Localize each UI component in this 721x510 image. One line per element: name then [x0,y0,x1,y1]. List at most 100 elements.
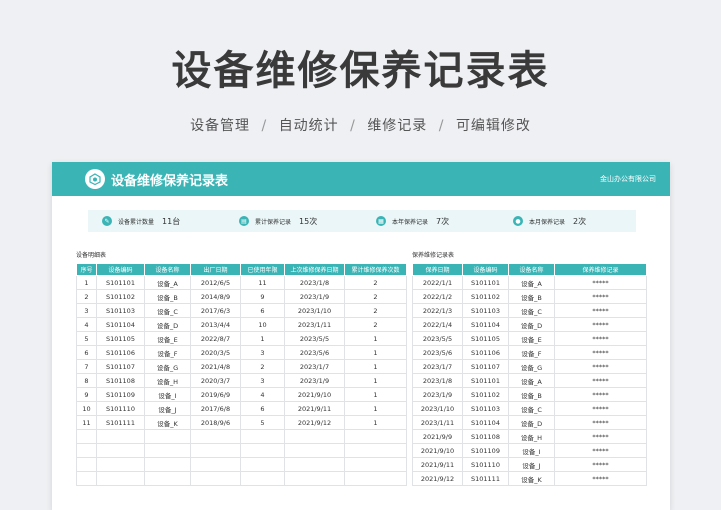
table-cell: 2023/1/11 [284,317,345,332]
table-cell [190,443,241,458]
tag-label: 维修记录 [367,118,428,134]
stat-label: 累计保养记录 [255,218,292,226]
table-cell: S101101 [462,275,509,290]
right-table-label: 保养维修记录表 [412,252,455,259]
table-cell: S101109 [96,387,145,402]
table-cell [240,457,285,472]
table-row: 2023/1/10 S101103 设备_C ***** [412,401,647,416]
table-cell [240,443,285,458]
table-row: 2023/5/5 S101105 设备_E ***** [412,331,647,346]
column-header: 保养维修记录 [554,263,647,276]
table-cell: 2 [76,289,97,304]
table-cell [96,471,145,486]
column-header: 设备名称 [508,263,555,276]
maintenance-table: 保养日期 设备编码 设备名称 保养维修记录 2022/1/1 S101101 设备_A **… [412,263,647,486]
column-header: 设备编码 [96,263,145,276]
table-cell: 设备_J [144,401,191,416]
table-cell: 2023/5/6 [412,345,463,360]
table-cell: 设备_G [144,359,191,374]
table-row: 2023/1/9 S101102 设备_B ***** [412,387,647,402]
table-cell [344,457,407,472]
table-cell: 3 [76,303,97,318]
table-cell: ***** [554,415,647,430]
clipboard-icon: ▤ [239,216,249,226]
table-cell: 2018/9/6 [190,415,241,430]
table-cell: 5 [240,415,285,430]
table-cell: S101101 [462,373,509,388]
column-header: 保养日期 [412,263,463,276]
table-cell: 2023/1/7 [412,359,463,374]
table-cell [240,471,285,486]
table-cell: ***** [554,303,647,318]
table-cell: 2021/4/8 [190,359,241,374]
table-row: 7 S101107 设备_G 2021/4/8 2 2023/1/7 1 [76,359,407,374]
table-cell: 2019/6/9 [190,387,241,402]
table-cell: ***** [554,275,647,290]
table-row: 2022/1/3 S101103 设备_C ***** [412,303,647,318]
table-row: 2023/1/8 S101101 设备_A ***** [412,373,647,388]
table-cell: ***** [554,317,647,332]
table-cell: 2 [344,303,407,318]
table-row: 5 S101105 设备_E 2022/8/7 1 2023/5/5 1 [76,331,407,346]
tag-separator: / [261,118,268,134]
stat-value: 7次 [436,216,450,226]
tag-label: 可编辑修改 [455,118,531,134]
table-cell: 2021/9/12 [412,471,463,486]
table-row: 6 S101106 设备_F 2020/3/5 3 2023/5/6 1 [76,345,407,360]
table-cell: S101110 [462,457,509,472]
table-cell: S101104 [462,317,509,332]
table-cell: 2013/4/4 [190,317,241,332]
table-row: 4 S101104 设备_D 2013/4/4 10 2023/1/11 2 [76,317,407,332]
table-row: 3 S101103 设备_C 2017/6/3 6 2023/1/10 2 [76,303,407,318]
table-cell: 设备_A [144,275,191,290]
sheet-banner: 设备维修保养记录表 金山办公有限公司 [52,162,670,196]
table-cell: 5 [76,331,97,346]
table-cell: 1 [344,401,407,416]
table-cell [344,471,407,486]
table-cell: 2023/5/5 [284,331,345,346]
tag-label: 设备管理 [190,118,251,134]
stat-value: 2次 [573,216,587,226]
table-cell [144,471,191,486]
table-row: 2021/9/10 S101109 设备_I ***** [412,443,647,458]
table-cell: 2023/1/8 [284,275,345,290]
table-cell: 3 [240,373,285,388]
table-cell: 1 [344,415,407,430]
table-cell: 2021/9/10 [412,443,463,458]
table-cell: S101103 [96,303,145,318]
column-header: 设备名称 [144,263,191,276]
table-cell: 设备_D [144,317,191,332]
table-cell: S101105 [96,331,145,346]
table-cell: 2021/9/12 [284,415,345,430]
stats-bar: ✎ 设备累计数量 11台 ▤ 累计保养记录 15次 ▦ 本年保养记录 7次 ● … [88,210,636,232]
table-cell: ***** [554,387,647,402]
stat-value: 15次 [299,216,318,226]
table-cell: 设备_C [508,303,555,318]
stat-item: ● 本月保养记录 2次 [513,216,636,227]
table-row [76,429,407,444]
table-cell: S101101 [96,275,145,290]
table-cell: 设备_K [508,471,555,486]
tag-separator: / [350,118,356,134]
table-row: 9 S101109 设备_I 2019/6/9 4 2021/9/10 1 [76,387,407,402]
table-cell [96,457,145,472]
stat-label: 设备累计数量 [118,218,155,226]
table-cell: 设备_K [144,415,191,430]
table-cell: 设备_F [144,345,191,360]
table-cell: 设备_C [508,401,555,416]
table-cell: 1 [240,331,285,346]
table-cell: 2022/1/4 [412,317,463,332]
table-cell: 2023/1/11 [412,415,463,430]
table-cell: 2023/1/9 [412,387,463,402]
table-cell: S101104 [96,317,145,332]
table-cell: S101102 [462,387,509,402]
table-cell: S101108 [96,373,145,388]
table-cell: 2023/1/10 [412,401,463,416]
table-cell: 设备_J [508,457,555,472]
table-cell: 2022/1/3 [412,303,463,318]
left-table-label: 设备明细表 [76,252,107,259]
table-cell: ***** [554,373,647,388]
table-cell: ***** [554,429,647,444]
table-cell: 1 [344,373,407,388]
table-cell: 2023/1/9 [284,373,345,388]
